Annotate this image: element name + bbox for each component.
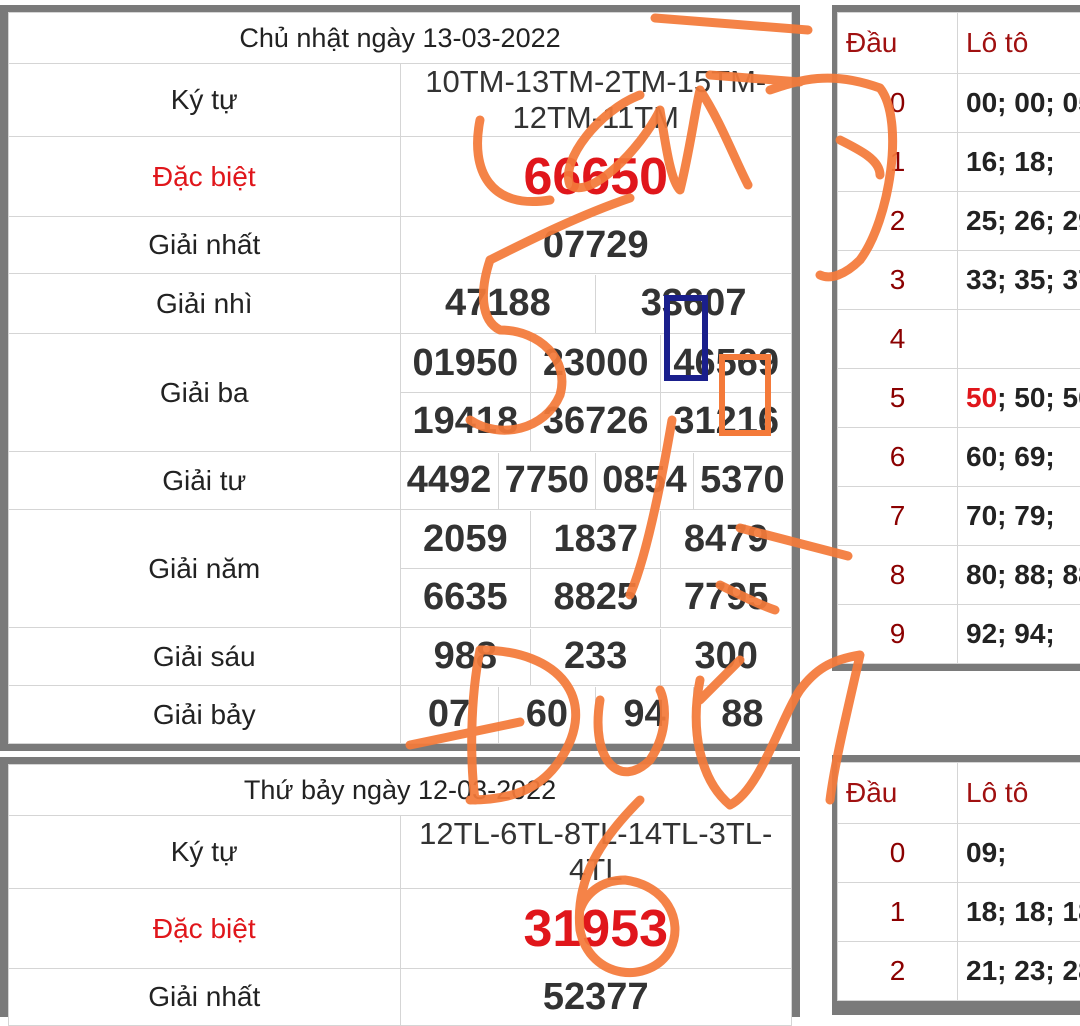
special-prize-label: Đặc biệt xyxy=(9,889,401,969)
fourth-prize-value: 4492 xyxy=(401,453,499,509)
seventh-prize-value: 07 xyxy=(401,687,499,743)
sixth-prize-label: Giải sáu xyxy=(9,628,401,686)
fifth-prize-value: 6635 xyxy=(401,569,531,627)
sixth-prize-value: 988 xyxy=(401,629,531,685)
loto-cell: 18; 18; 18 xyxy=(958,883,1080,942)
draw-date: Chủ nhật ngày 13-03-2022 xyxy=(9,13,792,64)
dau-cell: 8 xyxy=(838,546,958,605)
third-prize-value: 31216 xyxy=(661,393,791,451)
seventh-prize-value: 94 xyxy=(596,687,694,743)
special-prize-value: 31953 xyxy=(400,889,792,969)
dau-cell: 2 xyxy=(838,192,958,251)
loto-cell: 16; 18; xyxy=(958,133,1080,192)
fifth-prize-value: 7795 xyxy=(661,569,791,627)
dau-header: Đầu xyxy=(838,13,958,74)
dau-cell: 0 xyxy=(838,824,958,883)
first-prize-label: Giải nhất xyxy=(9,217,401,274)
dau-cell: 9 xyxy=(838,605,958,664)
dau-cell: 5 xyxy=(838,369,958,428)
first-prize-label: Giải nhất xyxy=(9,969,401,1026)
dau-cell: 7 xyxy=(838,487,958,546)
loto-cell: 33; 35; 37 xyxy=(958,251,1080,310)
loto-rest: ; 50; 50 xyxy=(997,382,1080,413)
seventh-prize-value: 88 xyxy=(693,687,791,743)
fourth-prize-value: 0854 xyxy=(596,453,694,509)
second-prize-value: 33607 xyxy=(596,275,791,333)
loto-cell: 00; 00; 05 xyxy=(958,74,1080,133)
dau-cell: 2 xyxy=(838,942,958,1001)
loto-cell: 70; 79; xyxy=(958,487,1080,546)
loto-header: Lô tô xyxy=(958,13,1080,74)
dau-cell: 4 xyxy=(838,310,958,369)
third-prize-value: 19418 xyxy=(401,393,531,451)
third-prize-value: 46569 xyxy=(661,335,791,393)
fifth-prize-label: Giải năm xyxy=(9,510,401,628)
loto-header: Lô tô xyxy=(958,763,1080,824)
loto-special-tail: 50 xyxy=(966,382,997,413)
draw-date: Thứ bảy ngày 12-03-2022 xyxy=(9,765,792,816)
loto-cell: 80; 88; 88 xyxy=(958,546,1080,605)
sixth-prize-value: 300 xyxy=(661,629,791,685)
third-prize-value: 36726 xyxy=(531,393,661,451)
loto-cell: 92; 94; xyxy=(958,605,1080,664)
result-table-13-03: Chủ nhật ngày 13-03-2022 Ký tự 10TM-13TM… xyxy=(0,5,800,751)
kytu-value: 12TL-6TL-8TL-14TL-3TL-4TL xyxy=(400,816,792,889)
loto-cell: 09; xyxy=(958,824,1080,883)
fifth-prize-value: 8825 xyxy=(531,569,661,627)
kytu-label: Ký tự xyxy=(9,816,401,889)
fifth-prize-value: 1837 xyxy=(531,511,661,569)
loto-table-12-03: Đầu Lô tô 009; 118; 18; 18 221; 23; 28 xyxy=(832,755,1080,1015)
loto-cell: 50; 50; 50 xyxy=(958,369,1080,428)
sixth-prize-value: 233 xyxy=(531,629,661,685)
seventh-prize-label: Giải bảy xyxy=(9,686,401,744)
dau-cell: 0 xyxy=(838,74,958,133)
fifth-prize-value: 8479 xyxy=(661,511,791,569)
second-prize-value: 47188 xyxy=(401,275,596,333)
first-prize-value: 07729 xyxy=(400,217,792,274)
fourth-prize-label: Giải tư xyxy=(9,452,401,510)
dau-cell: 3 xyxy=(838,251,958,310)
third-prize-label: Giải ba xyxy=(9,334,401,452)
result-table-12-03: Thứ bảy ngày 12-03-2022 Ký tự 12TL-6TL-8… xyxy=(0,757,800,1017)
dau-cell: 6 xyxy=(838,428,958,487)
special-prize-label: Đặc biệt xyxy=(9,137,401,217)
fifth-prize-value: 2059 xyxy=(401,511,531,569)
third-prize-value: 23000 xyxy=(531,335,661,393)
dau-cell: 1 xyxy=(838,133,958,192)
second-prize-label: Giải nhì xyxy=(9,274,401,334)
first-prize-value: 52377 xyxy=(400,969,792,1026)
loto-cell: 60; 69; xyxy=(958,428,1080,487)
fourth-prize-value: 5370 xyxy=(693,453,791,509)
loto-table-13-03: Đầu Lô tô 000; 00; 05 116; 18; 225; 26; … xyxy=(832,5,1080,671)
fourth-prize-value: 7750 xyxy=(498,453,596,509)
kytu-value: 10TM-13TM-2TM-15TM-12TM-11TM xyxy=(400,64,792,137)
loto-cell: 25; 26; 29 xyxy=(958,192,1080,251)
dau-cell: 1 xyxy=(838,883,958,942)
kytu-label: Ký tự xyxy=(9,64,401,137)
seventh-prize-value: 60 xyxy=(498,687,596,743)
dau-header: Đầu xyxy=(838,763,958,824)
loto-cell: 21; 23; 28 xyxy=(958,942,1080,1001)
loto-cell xyxy=(958,310,1080,369)
special-prize-value: 66650 xyxy=(400,137,792,217)
third-prize-value: 01950 xyxy=(401,335,531,393)
